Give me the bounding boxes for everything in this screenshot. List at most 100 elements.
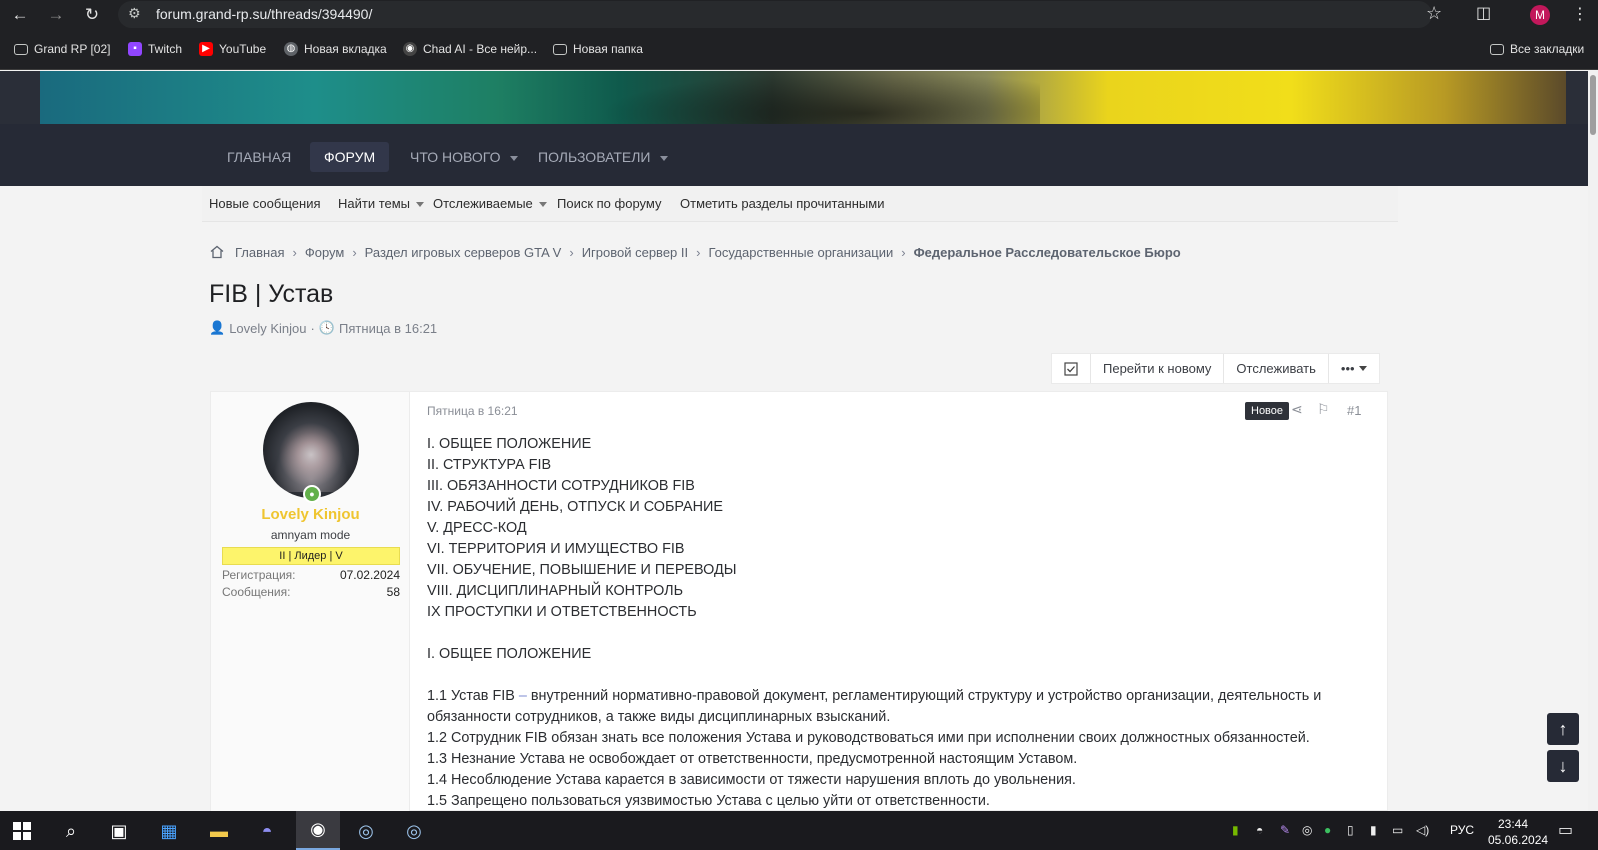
select-checkbox[interactable] [1052, 354, 1091, 383]
discord-icon[interactable]: ◓ [253, 817, 281, 845]
search-icon[interactable]: ⌕ [57, 817, 85, 845]
chevron-right-icon: › [901, 244, 906, 260]
tray-app-icon[interactable]: ✎ [1280, 823, 1290, 837]
breadcrumb-server-2[interactable]: Игровой сервер II [582, 245, 688, 260]
steam-tray-icon[interactable]: ◎ [1302, 823, 1312, 837]
chevron-right-icon: › [352, 244, 357, 260]
scroll-bottom-button[interactable]: ↓ [1547, 750, 1579, 782]
bookmark-star-icon[interactable]: ☆ [1426, 3, 1442, 24]
breadcrumb-gov-orgs[interactable]: Государственные организации [708, 245, 893, 260]
subnav-watched[interactable]: Отслеживаемые [433, 196, 547, 211]
all-bookmarks[interactable]: Все закладки [1490, 42, 1584, 56]
language-indicator[interactable]: РУС [1450, 823, 1474, 837]
store-icon[interactable]: ▦ [155, 817, 183, 845]
windows-start-icon[interactable] [8, 817, 36, 845]
tab-forum[interactable]: Форум [310, 142, 390, 172]
tab-home[interactable]: Главная [213, 142, 305, 172]
thread-author[interactable]: Lovely Kinjou [229, 321, 306, 336]
user-banner-badge: II | Лидер | V [222, 547, 400, 565]
watch-button[interactable]: Отслеживать [1224, 354, 1329, 383]
toc-item: II. СТРУКТУРА FIB [427, 457, 552, 473]
clock-icon: 🕓 [318, 320, 336, 335]
toc-item: V. ДРЕСС-КОД [427, 520, 527, 536]
thread-actions: Перейти к новому Отслеживать ••• [1051, 353, 1380, 384]
nvidia-icon[interactable]: ▮ [1232, 823, 1239, 837]
chad-ai-icon: ◉ [403, 42, 417, 56]
task-view-icon[interactable]: ▣ [105, 817, 133, 845]
bookmark-new-tab[interactable]: ◍ Новая вкладка [284, 42, 387, 56]
username[interactable]: Lovely Kinjou [211, 506, 410, 523]
scrollbar-thumb[interactable] [1590, 75, 1596, 135]
chevron-down-icon [660, 155, 669, 161]
breadcrumb-gta-servers[interactable]: Раздел игровых серверов GTA V [365, 245, 562, 260]
explorer-icon[interactable]: ▬ [205, 817, 233, 845]
bookmark-chad-ai[interactable]: ◉ Chad AI - Все нейр... [403, 42, 537, 56]
reload-icon[interactable]: ↻ [81, 4, 103, 26]
breadcrumb-home[interactable]: Главная [235, 245, 284, 260]
subnav-mark-read[interactable]: Отметить разделы прочитанными [680, 196, 884, 211]
breadcrumb-forum[interactable]: Форум [305, 245, 345, 260]
steam-icon-2[interactable]: ◎ [400, 817, 428, 845]
breadcrumb-fib[interactable]: Федеральное Расследовательское Бюро [914, 245, 1181, 260]
volume-icon[interactable]: ◁) [1416, 823, 1429, 837]
toc-item: VI. ТЕРРИТОРИЯ И ИМУЩЕСТВО FIB [427, 541, 685, 557]
paragraph: 1.5 Запрещено пользоваться уязвимостью У… [427, 793, 990, 809]
post-body: Пятница в 16:21 Новое ⋖ ⚐ #1 I. ОБЩЕЕ ПО… [411, 392, 1387, 812]
extensions-icon[interactable]: ◫ [1476, 3, 1491, 23]
subnav-search-forum[interactable]: Поиск по форуму [557, 196, 661, 211]
site-info-icon[interactable]: ⚙ [128, 5, 141, 22]
network-icon[interactable]: ▭ [1392, 823, 1403, 837]
more-options-button[interactable]: ••• [1329, 354, 1379, 383]
tray-green-icon[interactable]: ● [1324, 823, 1331, 837]
avatar[interactable] [263, 402, 359, 498]
post-date[interactable]: Пятница в 16:21 [427, 404, 518, 418]
browser-toolbar: ← → ↻ ⚙ forum.grand-rp.su/threads/394490… [0, 0, 1598, 30]
jump-to-new-button[interactable]: Перейти к новому [1091, 354, 1225, 383]
clock[interactable]: 23:44 05.06.2024 [1488, 816, 1548, 848]
share-icon[interactable]: ⋖ [1291, 401, 1303, 418]
paragraph: 1.1 Устав FIB – внутренний нормативно-пр… [427, 688, 1322, 725]
page-title: FIB | Устав [209, 280, 334, 308]
thread-date[interactable]: Пятница в 16:21 [339, 321, 437, 336]
tab-users[interactable]: Пользователи [524, 142, 682, 172]
section-heading: I. ОБЩЕЕ ПОЛОЖЕНИЕ [427, 646, 592, 662]
subnav-new-posts[interactable]: Новые сообщения [209, 196, 321, 211]
folder-icon [1490, 43, 1504, 55]
bookmark-new-folder[interactable]: Новая папка [553, 42, 643, 56]
microphone-icon[interactable]: ▮ [1370, 823, 1377, 837]
toc-item: IX ПРОСТУПКИ И ОТВЕТСТВЕННОСТЬ [427, 604, 697, 620]
paragraph: 1.2 Сотрудник FIB обязан знать все полож… [427, 730, 1310, 746]
forward-icon[interactable]: → [45, 4, 67, 26]
notifications-icon[interactable]: ▭ [1558, 820, 1573, 840]
post-number[interactable]: #1 [1347, 403, 1361, 418]
bookmark-grand-rp[interactable]: Grand RP [02] [14, 42, 111, 56]
bookmark-twitch[interactable]: ▪ Twitch [128, 42, 182, 56]
steam-icon[interactable]: ◎ [352, 817, 380, 845]
toc-item: III. ОБЯЗАННОСТИ СОТРУДНИКОВ FIB [427, 478, 695, 494]
bookmark-youtube[interactable]: ▶ YouTube [199, 42, 266, 56]
stat-messages: Сообщения: 58 [222, 585, 400, 599]
folder-icon [553, 43, 567, 55]
online-status-icon: ● [303, 485, 321, 503]
subnav-find-threads[interactable]: Найти темы [338, 196, 425, 211]
scroll-top-button[interactable]: ↑ [1547, 713, 1579, 745]
breadcrumb: Главная › Форум › Раздел игровых серверов … [209, 244, 1187, 260]
back-icon[interactable]: ← [9, 4, 31, 26]
usb-icon[interactable]: ▯ [1347, 823, 1354, 837]
bookmarks-bar: Grand RP [02] ▪ Twitch ▶ YouTube ◍ Новая… [0, 30, 1598, 70]
thread-meta: 👤 Lovely Kinjou · 🕓 Пятница в 16:21 [209, 320, 438, 336]
discord-tray-icon[interactable]: ◓ [1256, 823, 1263, 837]
bookmark-icon[interactable]: ⚐ [1317, 401, 1330, 418]
toc-item: VII. ОБУЧЕНИЕ, ПОВЫШЕНИЕ И ПЕРЕВОДЫ [427, 562, 737, 578]
profile-avatar[interactable]: M [1530, 5, 1550, 25]
chrome-icon[interactable]: ◉ [296, 811, 340, 850]
browser-menu-icon[interactable]: ⋮ [1572, 4, 1588, 24]
url-text[interactable]: forum.grand-rp.su/threads/394490/ [156, 6, 372, 22]
tab-whats-new[interactable]: Что нового [396, 142, 532, 172]
youtube-icon: ▶ [199, 42, 213, 56]
user-title: amnyam mode [270, 528, 351, 542]
new-badge: Новое [1245, 402, 1290, 420]
paragraph: 1.4 Несоблюдение Устава карается в завис… [427, 772, 1076, 788]
page-scrollbar[interactable] [1588, 71, 1598, 811]
home-icon[interactable] [209, 244, 225, 260]
